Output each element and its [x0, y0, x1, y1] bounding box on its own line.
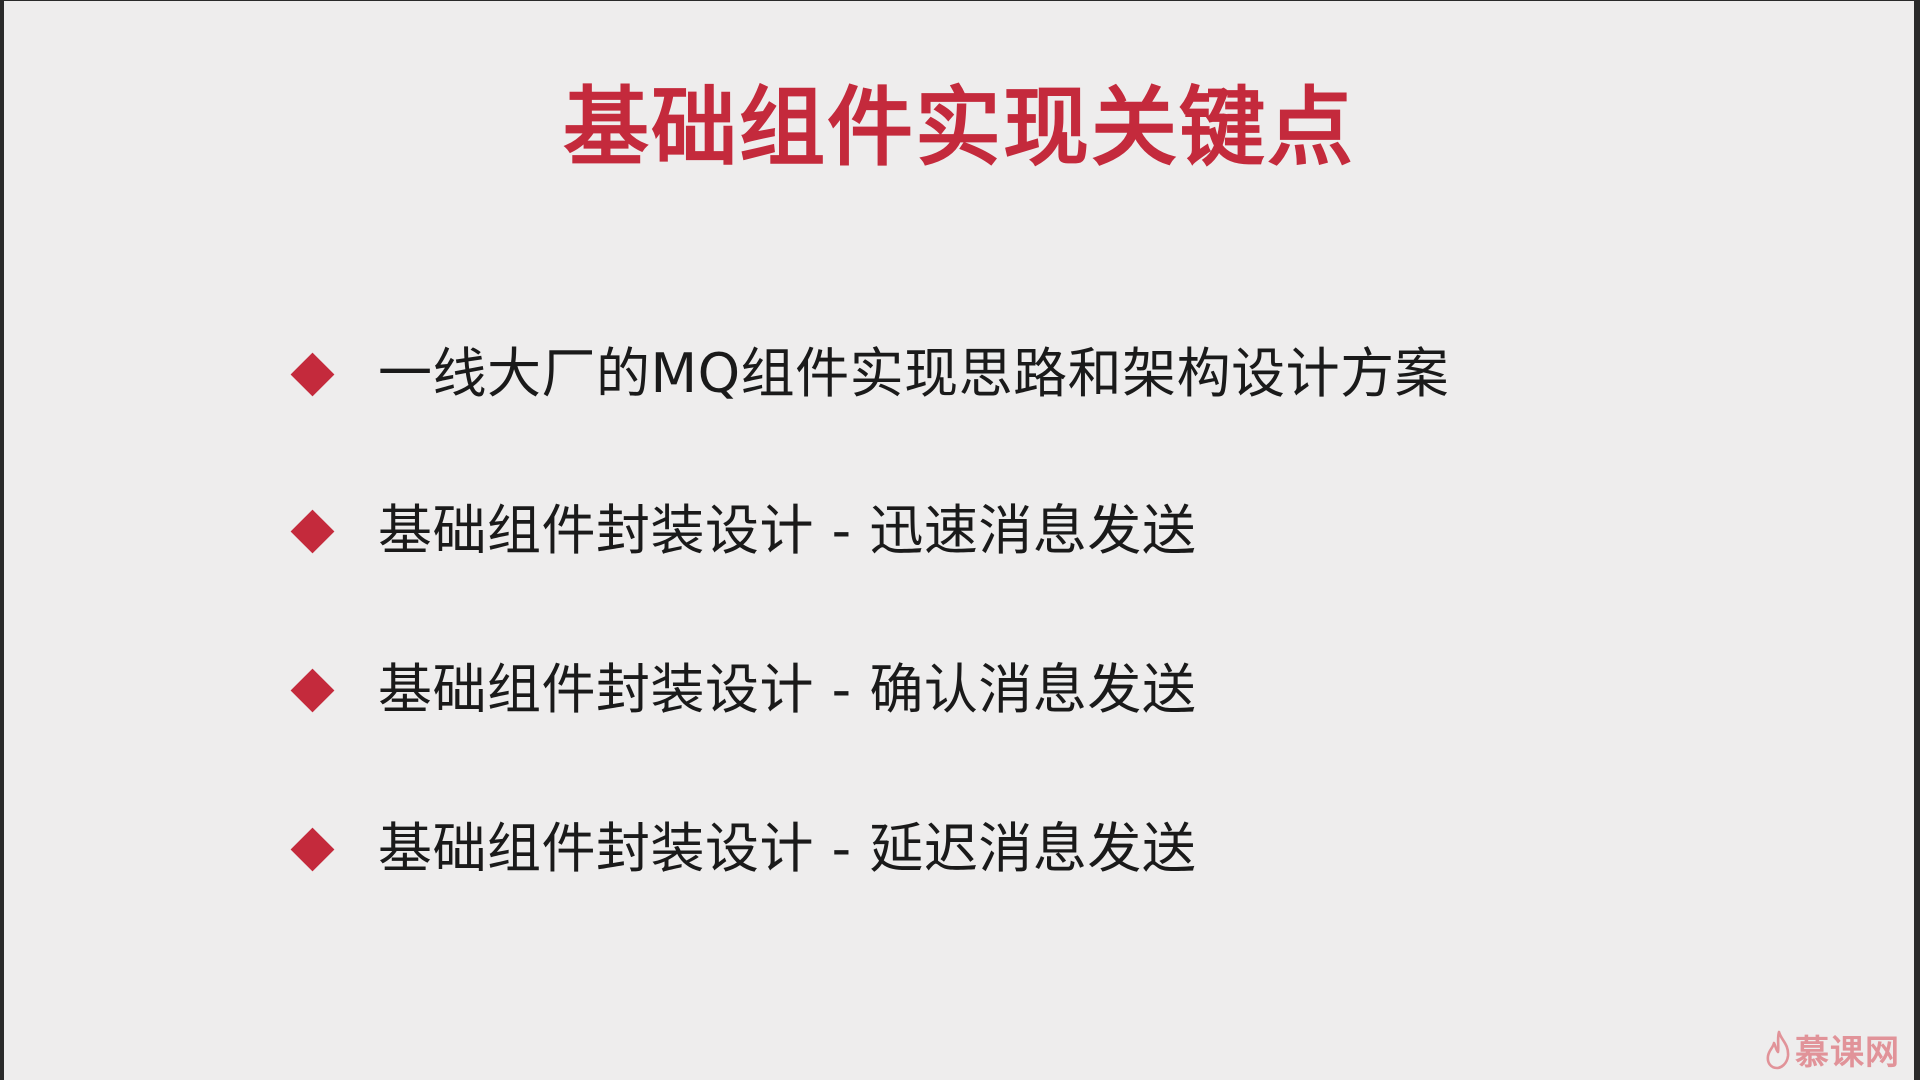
- watermark-text: 慕课网: [1795, 1033, 1900, 1073]
- bullet-item: 基础组件封装设计 - 确认消息发送: [290, 650, 1196, 730]
- flame-logo-icon: [1766, 1030, 1790, 1069]
- bullet-item: 一线大厂的MQ组件实现思路和架构设计方案: [290, 334, 1449, 414]
- watermark-logo: 慕课网: [1765, 1025, 1900, 1074]
- slide: 基础组件实现关键点 一线大厂的MQ组件实现思路和架构设计方案 基础组件封装设计 …: [4, 1, 1914, 1080]
- bullet-text: 基础组件封装设计 - 确认消息发送: [378, 658, 1197, 721]
- bullet-text: 基础组件封装设计 - 延迟消息发送: [378, 817, 1197, 880]
- bullet-item: 基础组件封装设计 - 延迟消息发送: [290, 809, 1196, 889]
- diamond-bullet-icon: [290, 668, 335, 712]
- bullet-item: 基础组件封装设计 - 迅速消息发送: [290, 491, 1196, 571]
- bullet-text: 一线大厂的MQ组件实现思路和架构设计方案: [378, 342, 1450, 405]
- bullet-list: 一线大厂的MQ组件实现思路和架构设计方案 基础组件封装设计 - 迅速消息发送 基…: [4, 1, 1914, 1080]
- diamond-bullet-icon: [290, 509, 335, 553]
- diamond-bullet-icon: [290, 827, 335, 871]
- diamond-bullet-icon: [290, 352, 335, 396]
- bullet-text: 基础组件封装设计 - 迅速消息发送: [378, 499, 1197, 562]
